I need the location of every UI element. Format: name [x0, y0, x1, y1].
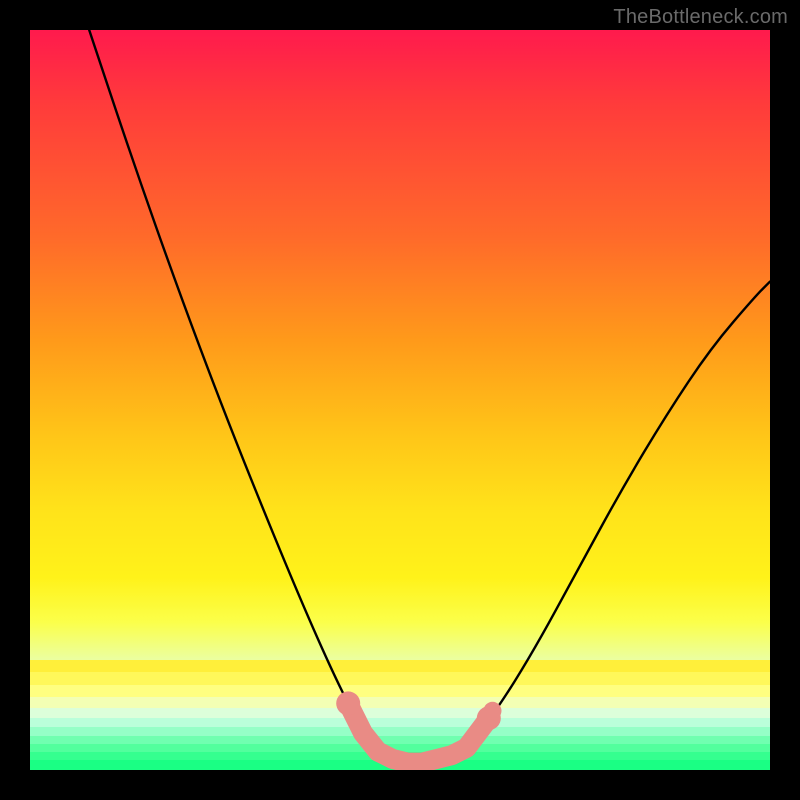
highlight-sausage — [348, 703, 489, 762]
plot-area — [30, 30, 770, 770]
highlight-end-dot — [336, 691, 360, 715]
highlight-end-dot — [477, 706, 501, 730]
bottleneck-curve — [89, 30, 770, 763]
bottom-stripe-stack — [30, 660, 770, 770]
highlight-markers — [336, 691, 501, 762]
highlight-gap-dot — [484, 702, 502, 720]
chart-frame: TheBottleneck.com — [0, 0, 800, 800]
chart-svg — [30, 30, 770, 770]
watermark-text: TheBottleneck.com — [613, 6, 788, 29]
